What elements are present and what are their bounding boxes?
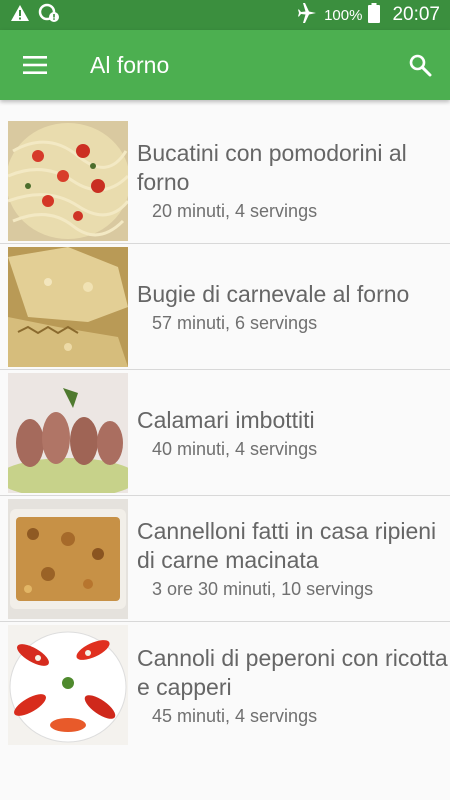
recipe-row[interactable]: Cannoli di peperoni con ricotta e capper… — [0, 622, 450, 748]
recipe-meta: 3 ore 30 minuti, 10 servings — [152, 579, 374, 599]
page-title: Al forno — [90, 51, 170, 78]
recipe-thumbnail-bugie — [8, 246, 128, 367]
clock: 20:07 — [392, 4, 440, 25]
recipe-name: Calamari imbottiti — [137, 406, 315, 433]
recipe-row[interactable]: Bucatini con pomodorini al forno 20 minu… — [0, 118, 450, 244]
battery-icon — [368, 3, 381, 27]
search-icon[interactable] — [390, 30, 450, 100]
recipe-name: Cannelloni fatti in casa ripieni di carn… — [137, 518, 437, 573]
recipe-meta: 20 minuti, 4 servings — [152, 201, 318, 221]
recipe-row[interactable]: Calamari imbottiti 40 minuti, 4 servings — [0, 370, 450, 496]
sync-alert-icon — [38, 3, 60, 28]
recipe-thumbnail-calamari — [8, 372, 128, 493]
hamburger-menu-icon[interactable] — [0, 30, 70, 100]
status-bar: 100% 20:07 — [0, 0, 450, 30]
battery-label: 100% — [324, 6, 363, 24]
recipe-name: Bucatini con pomodorini al forno — [137, 140, 407, 195]
recipe-row[interactable]: Cannelloni fatti in casa ripieni di carn… — [0, 496, 450, 622]
recipe-row[interactable]: Bugie di carnevale al forno 57 minuti, 6… — [0, 244, 450, 370]
warning-icon — [10, 4, 30, 27]
recipe-meta: 57 minuti, 6 servings — [152, 312, 318, 333]
recipe-thumbnail-bucatini — [8, 120, 128, 241]
recipe-name: Cannoli di peperoni con ricotta e capper… — [137, 644, 448, 700]
app-bar: Al forno — [0, 30, 450, 100]
recipe-meta: 45 minuti, 4 servings — [152, 705, 318, 726]
recipe-list: Bucatini con pomodorini al forno 20 minu… — [0, 118, 450, 748]
recipe-thumbnail-cannoli-peperoni — [8, 625, 128, 745]
airplane-icon — [296, 3, 318, 27]
recipe-name: Bugie di carnevale al forno — [137, 280, 410, 307]
recipe-meta: 40 minuti, 4 servings — [152, 438, 318, 459]
recipe-thumbnail-cannelloni — [8, 498, 128, 619]
